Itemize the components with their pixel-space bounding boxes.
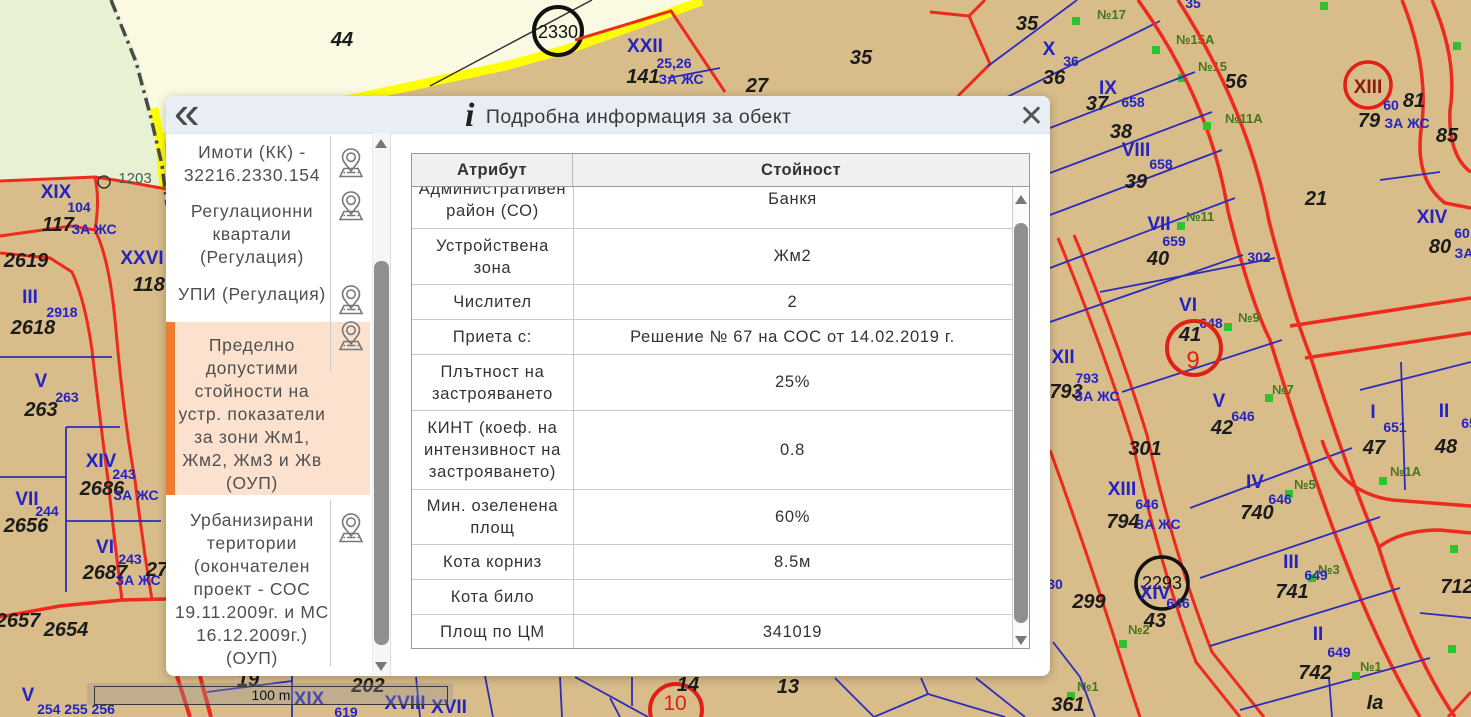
svg-text:48: 48 — [1434, 436, 1458, 458]
svg-text:40: 40 — [1146, 248, 1169, 270]
svg-text:2330: 2330 — [538, 22, 578, 42]
svg-text:№9: №9 — [1238, 310, 1260, 325]
svg-text:2657: 2657 — [0, 610, 41, 632]
svg-text:651: 651 — [1383, 419, 1407, 435]
svg-text:712: 712 — [1440, 576, 1471, 598]
svg-text:II: II — [1439, 401, 1450, 422]
svg-text:41: 41 — [1178, 324, 1201, 346]
svg-text:39: 39 — [1125, 171, 1148, 193]
svg-text:ЗА ЖС: ЗА ЖС — [71, 221, 116, 237]
svg-text:I: I — [1370, 402, 1375, 423]
svg-text:117: 117 — [42, 214, 75, 236]
svg-text:646: 646 — [1231, 408, 1255, 424]
svg-text:60: 60 — [1383, 97, 1399, 113]
svg-text:37: 37 — [1086, 93, 1109, 115]
svg-text:№1: №1 — [1077, 679, 1099, 694]
svg-text:13: 13 — [777, 676, 799, 698]
svg-text:XIV: XIV — [1417, 207, 1448, 228]
svg-text:646: 646 — [1135, 496, 1159, 512]
svg-text:V: V — [35, 371, 48, 392]
svg-text:44: 44 — [330, 29, 353, 51]
svg-text:21: 21 — [1304, 188, 1327, 210]
svg-text:2619: 2619 — [3, 250, 49, 272]
svg-text:263: 263 — [23, 399, 57, 421]
svg-text:№1А: №1А — [1390, 464, 1422, 479]
svg-text:II: II — [1313, 624, 1324, 645]
svg-text:ЗА ЖС: ЗА ЖС — [1135, 516, 1180, 532]
svg-text:№15А: №15А — [1176, 32, 1215, 47]
svg-text:2656: 2656 — [3, 515, 49, 537]
svg-text:35: 35 — [1016, 13, 1039, 35]
svg-text:38: 38 — [1110, 121, 1133, 143]
svg-text:47: 47 — [1362, 437, 1386, 459]
svg-text:36: 36 — [1063, 53, 1079, 69]
svg-text:№1: №1 — [1360, 659, 1382, 674]
svg-text:741: 741 — [1275, 581, 1308, 603]
svg-text:XIII: XIII — [1108, 479, 1137, 500]
svg-text:85: 85 — [1436, 125, 1459, 147]
svg-text:10: 10 — [663, 692, 686, 715]
svg-text:X: X — [1043, 39, 1056, 60]
svg-text:740: 740 — [1240, 502, 1273, 524]
svg-text:65: 65 — [1461, 415, 1471, 431]
svg-text:V: V — [1213, 391, 1226, 412]
svg-text:658: 658 — [1149, 156, 1173, 172]
svg-text:№11А: №11А — [1225, 111, 1263, 126]
svg-text:302: 302 — [1247, 249, 1271, 265]
svg-text:III: III — [1283, 552, 1299, 573]
svg-text:619: 619 — [334, 704, 358, 717]
svg-text:ЗА ЖС: ЗА ЖС — [113, 487, 158, 503]
svg-text:XXII: XXII — [627, 36, 663, 57]
svg-text:141: 141 — [626, 66, 659, 88]
svg-text:№11: №11 — [1186, 209, 1214, 224]
svg-text:Iа: Iа — [1367, 692, 1384, 714]
svg-text:36: 36 — [1043, 67, 1066, 89]
svg-text:III: III — [22, 287, 38, 308]
svg-text:742: 742 — [1298, 662, 1331, 684]
svg-text:IV: IV — [1246, 472, 1264, 493]
svg-text:2654: 2654 — [43, 619, 89, 641]
svg-text:2618: 2618 — [10, 317, 56, 339]
svg-text:649: 649 — [1327, 644, 1351, 660]
svg-text:35: 35 — [850, 47, 873, 69]
svg-text:1203: 1203 — [118, 170, 151, 187]
svg-text:81: 81 — [1403, 90, 1425, 112]
svg-text:VIII: VIII — [1122, 140, 1151, 161]
svg-text:XXVI: XXVI — [120, 248, 163, 269]
svg-text:79: 79 — [1358, 110, 1381, 132]
svg-text:V: V — [22, 685, 35, 706]
svg-text:25,26: 25,26 — [656, 55, 691, 71]
svg-text:299: 299 — [1071, 591, 1106, 613]
svg-text:80: 80 — [1429, 236, 1451, 258]
svg-text:VI: VI — [96, 537, 114, 558]
svg-text:60: 60 — [1454, 225, 1470, 241]
svg-text:№5: №5 — [1294, 477, 1316, 492]
svg-text:VII: VII — [1147, 214, 1170, 235]
svg-text:27: 27 — [745, 75, 769, 97]
svg-text:№2: №2 — [1128, 622, 1150, 637]
svg-text:ЗА ЖС: ЗА ЖС — [658, 71, 703, 87]
svg-text:659: 659 — [1162, 233, 1186, 249]
svg-text:VI: VI — [1179, 295, 1197, 316]
svg-text:XII: XII — [1051, 347, 1074, 368]
svg-text:35: 35 — [1185, 0, 1201, 11]
svg-text:301: 301 — [1128, 438, 1161, 460]
svg-text:118: 118 — [133, 274, 166, 296]
svg-text:104: 104 — [67, 199, 91, 215]
svg-text:ЗА ЖС: ЗА ЖС — [1074, 388, 1119, 404]
svg-text:XIII: XIII — [1354, 77, 1383, 98]
svg-text:42: 42 — [1210, 417, 1233, 439]
svg-text:361: 361 — [1051, 694, 1084, 716]
svg-text:№17: №17 — [1097, 7, 1126, 22]
svg-text:646: 646 — [1166, 595, 1190, 611]
svg-text:9: 9 — [1186, 347, 1199, 374]
svg-text:263: 263 — [55, 389, 79, 405]
svg-text:ЗА: ЗА — [1455, 245, 1471, 261]
svg-text:ЗА ЖС: ЗА ЖС — [1384, 115, 1429, 131]
svg-text:№7: №7 — [1272, 382, 1294, 397]
